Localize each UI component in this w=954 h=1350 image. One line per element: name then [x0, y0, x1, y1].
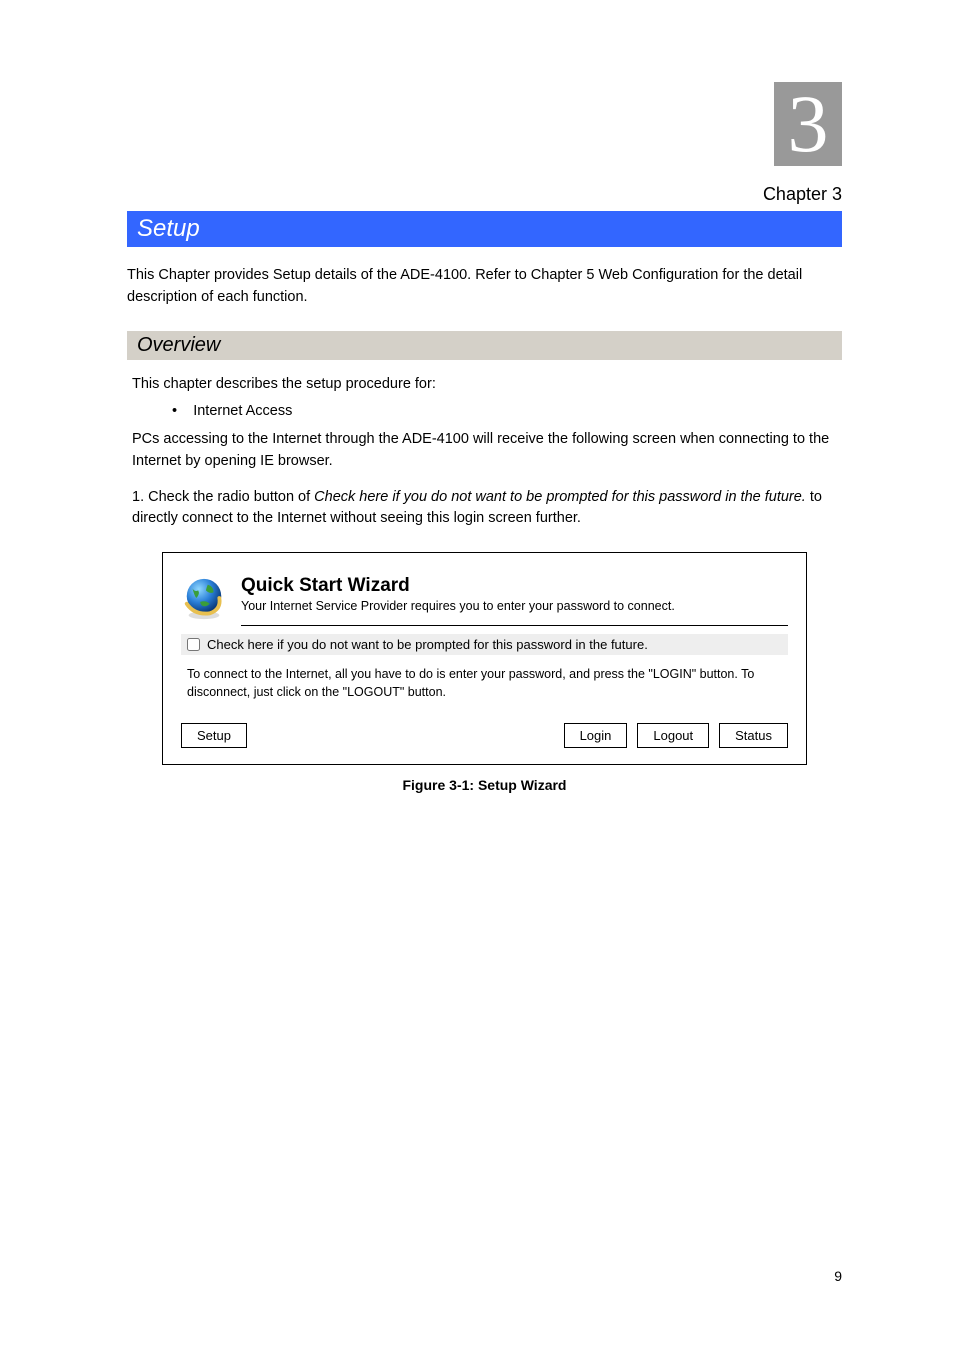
status-button[interactable]: Status: [719, 723, 788, 748]
wizard-instructions: To connect to the Internet, all you have…: [187, 665, 788, 701]
wizard-body: Check here if you do not want to be prom…: [181, 634, 788, 748]
page-number: 9: [834, 1268, 842, 1284]
chapter-label: Chapter 3: [763, 184, 842, 205]
wizard-button-row: Setup Login Logout Status: [181, 723, 788, 748]
logout-button[interactable]: Logout: [637, 723, 709, 748]
section-heading: Overview: [127, 331, 842, 360]
wizard-title: Quick Start Wizard: [241, 575, 788, 597]
chapter-title-bar: Setup: [127, 211, 842, 247]
page-content: Setup This Chapter provides Setup detail…: [127, 211, 842, 793]
chapter-badge: 3: [774, 82, 842, 166]
setup-button[interactable]: Setup: [181, 723, 247, 748]
figure-caption: Figure 3-1: Setup Wizard: [127, 777, 842, 793]
wizard-dialog: Quick Start Wizard Your Internet Service…: [162, 552, 807, 765]
remember-checkbox[interactable]: [187, 638, 200, 651]
step-1: 1. Check the radio button of Check here …: [132, 487, 842, 531]
wizard-header: Quick Start Wizard Your Internet Service…: [181, 575, 788, 626]
globe-icon: [181, 575, 227, 621]
section-p1: This chapter describes the setup procedu…: [132, 374, 842, 396]
section-body: This chapter describes the setup procedu…: [132, 374, 842, 473]
section-bullet: • Internet Access: [172, 401, 842, 423]
wizard-title-block: Quick Start Wizard Your Internet Service…: [241, 575, 788, 626]
remember-checkbox-row[interactable]: Check here if you do not want to be prom…: [181, 634, 788, 655]
intro-paragraph: This Chapter provides Setup details of t…: [127, 265, 842, 309]
chapter-number: 3: [788, 83, 829, 165]
login-button[interactable]: Login: [564, 723, 628, 748]
remember-checkbox-label: Check here if you do not want to be prom…: [207, 637, 648, 652]
wizard-subtitle: Your Internet Service Provider requires …: [241, 599, 788, 613]
section-p2: PCs accessing to the Internet through th…: [132, 429, 842, 473]
